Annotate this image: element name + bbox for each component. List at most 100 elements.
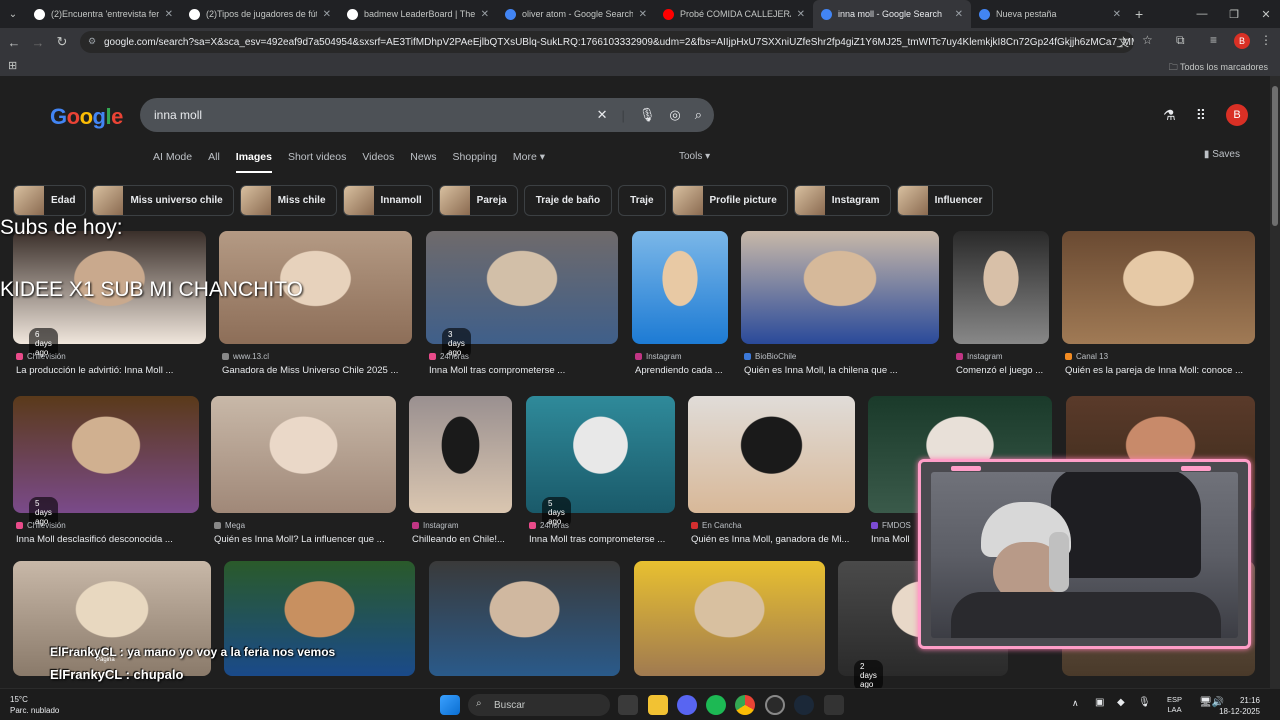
network-icon[interactable]: 🖥 — [1199, 697, 1212, 708]
tab-close-icon[interactable]: ✕ — [481, 9, 489, 20]
result-thumbnail[interactable] — [211, 396, 396, 513]
refinement-chip[interactable]: Traje de baño — [523, 185, 613, 216]
refinement-chip[interactable]: Edad — [13, 185, 87, 216]
clear-icon[interactable]: ✕ — [597, 107, 608, 123]
scrollbar-thumb[interactable] — [1272, 86, 1278, 226]
system-clock[interactable]: 21:16 18-12-2025 — [1219, 695, 1260, 717]
lens-icon[interactable]: ◎ — [669, 107, 680, 123]
search-tab[interactable]: News — [410, 151, 436, 173]
result-source[interactable]: 24horas — [529, 521, 569, 530]
search-tab[interactable]: All — [208, 151, 220, 173]
result-source[interactable]: En Cancha — [691, 521, 742, 530]
file-explorer-icon[interactable] — [648, 695, 668, 715]
result-thumbnail[interactable] — [13, 396, 199, 513]
tray-app-icon[interactable]: ◆ — [1117, 697, 1125, 708]
refinement-chip[interactable]: Influencer — [896, 185, 994, 216]
browser-tab[interactable]: Probé COMIDA CALLEJERA en ✕ — [655, 0, 813, 28]
result-thumbnail[interactable] — [409, 396, 512, 513]
result-caption[interactable]: Quién es Inna Moll, la chilena que ... — [744, 365, 942, 376]
profile-avatar[interactable]: B — [1234, 33, 1250, 49]
refinement-chip[interactable]: Pareja — [438, 185, 518, 216]
result-source[interactable]: Instagram — [635, 352, 682, 361]
result-source[interactable]: BioBioChile — [744, 352, 796, 361]
start-button[interactable] — [440, 695, 460, 715]
result-caption[interactable]: Quién es la pareja de Inna Moll: conoce … — [1065, 365, 1258, 376]
all-bookmarks-folder[interactable]: 🗀 Todos los marcadores — [1169, 60, 1268, 76]
refinement-chip[interactable]: Instagram — [793, 185, 891, 216]
obs-icon[interactable] — [765, 695, 785, 715]
refinement-chip[interactable]: Profile picture — [671, 185, 788, 216]
result-source[interactable]: Instagram — [956, 352, 1003, 361]
page-scrollbar[interactable] — [1270, 76, 1280, 688]
tab-close-icon[interactable]: ✕ — [323, 9, 331, 20]
translate-icon[interactable]: 文 — [1118, 34, 1129, 50]
saves-button[interactable]: ▮ Saves — [1204, 149, 1240, 160]
search-query[interactable]: inna moll — [154, 108, 202, 122]
browser-tab[interactable]: inna moll - Google Search ✕ — [813, 0, 971, 28]
result-source[interactable]: FMDOS — [871, 521, 911, 530]
browser-tab[interactable]: badmew LeaderBoard | The be ✕ — [339, 0, 497, 28]
account-avatar[interactable]: B — [1226, 104, 1248, 126]
language-indicator[interactable]: ESP LAA — [1167, 695, 1182, 715]
extensions-icon[interactable]: ⧉ — [1176, 33, 1185, 48]
chrome-icon[interactable] — [735, 695, 755, 715]
browser-tab[interactable]: Nueva pestaña ✕ — [971, 0, 1129, 28]
new-tab-button[interactable]: + — [1135, 6, 1143, 22]
result-source[interactable]: Instagram — [412, 521, 459, 530]
result-source[interactable]: Chilevisión — [16, 521, 66, 530]
tools-button[interactable]: Tools ▾ — [679, 151, 710, 162]
apps-grid-icon[interactable]: ⊞ — [8, 59, 17, 72]
browser-menu-icon[interactable]: ⋮ — [1260, 33, 1272, 47]
result-thumbnail[interactable] — [526, 396, 675, 513]
search-tab[interactable]: More ▾ — [513, 151, 545, 173]
maximize-button[interactable]: ❐ — [1218, 0, 1250, 28]
search-tab[interactable]: Images — [235, 151, 272, 173]
minimize-button[interactable]: — — [1186, 0, 1218, 28]
tray-chevron-icon[interactable]: ∧ — [1072, 698, 1079, 709]
microphone-tray-icon[interactable]: 🎙 — [1138, 697, 1151, 708]
microphone-icon[interactable]: 🎙 — [639, 107, 656, 123]
result-source[interactable]: Mega — [214, 521, 245, 530]
tab-close-icon[interactable]: ✕ — [165, 9, 173, 20]
search-tab[interactable]: AI Mode — [153, 151, 192, 173]
refinement-chip[interactable]: Traje — [618, 185, 666, 216]
tab-close-icon[interactable]: ✕ — [639, 9, 647, 20]
task-view-icon[interactable] — [618, 695, 638, 715]
tab-close-icon[interactable]: ✕ — [1113, 9, 1121, 20]
browser-tab[interactable]: (2)Tipos de jugadores de fútbol ✕ — [181, 0, 339, 28]
result-caption[interactable]: Ganadora de Miss Universo Chile 2025 ... — [222, 365, 415, 376]
browser-tab[interactable]: (2)Encuentra 'entrevista feria of ✕ — [26, 0, 181, 28]
bookmark-star-icon[interactable]: ☆ — [1142, 33, 1153, 47]
refinement-chip[interactable]: Miss chile — [239, 185, 337, 216]
forward-button[interactable]: → — [26, 30, 50, 54]
search-tab[interactable]: Shopping — [453, 151, 497, 173]
back-button[interactable]: ← — [2, 30, 26, 54]
search-icon[interactable]: ⌕ — [695, 107, 702, 123]
search-box[interactable]: inna moll ✕ | 🎙 ◎ ⌕ — [140, 98, 714, 132]
apps-icon[interactable]: ⠿ — [1196, 107, 1206, 124]
result-source[interactable]: 24horas — [429, 352, 469, 361]
search-tab[interactable]: Short videos — [288, 151, 346, 173]
reload-button[interactable]: ↻ — [50, 30, 74, 54]
labs-flask-icon[interactable]: ⚗ — [1163, 107, 1176, 124]
discord-icon[interactable] — [677, 695, 697, 715]
result-caption[interactable]: Quién es Inna Moll? La influencer que ..… — [214, 534, 399, 545]
refinement-chip[interactable]: Innamoll — [342, 185, 433, 216]
google-logo[interactable]: Google — [50, 104, 123, 130]
tab-close-icon[interactable]: ✕ — [797, 9, 805, 20]
result-thumbnail[interactable] — [741, 231, 939, 344]
tab-close-icon[interactable]: ✕ — [955, 9, 963, 20]
search-tab[interactable]: Videos — [362, 151, 394, 173]
taskbar-search[interactable]: ⌕ Buscar — [468, 694, 610, 716]
media-icon[interactable]: ≡ — [1210, 33, 1217, 47]
weather-widget[interactable]: 15°C Parc. nublado — [10, 694, 59, 716]
tray-app-icon[interactable]: ▣ — [1095, 697, 1104, 708]
result-thumbnail[interactable] — [632, 231, 728, 344]
result-caption[interactable]: Inna Moll tras comprometerse ... — [429, 365, 621, 376]
result-source[interactable]: www.13.cl — [222, 352, 269, 361]
result-caption[interactable]: Inna Moll desclasificó desconocida ... — [16, 534, 202, 545]
epic-games-icon[interactable] — [824, 695, 844, 715]
tab-search-button[interactable]: ⌄ — [0, 0, 26, 28]
close-window-button[interactable]: ✕ — [1250, 0, 1280, 28]
result-thumbnail[interactable] — [953, 231, 1049, 344]
